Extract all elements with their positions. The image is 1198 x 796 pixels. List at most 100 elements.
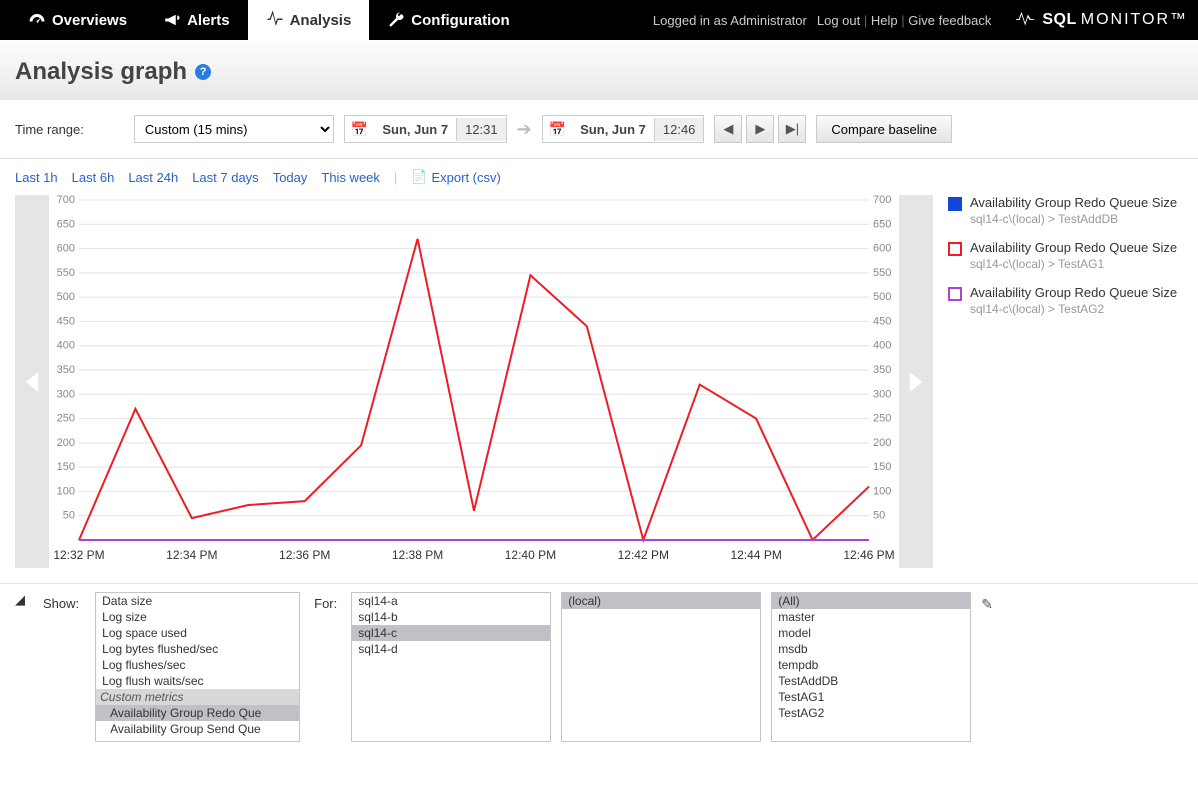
svg-text:550: 550 (873, 267, 891, 279)
svg-text:400: 400 (873, 340, 891, 352)
svg-text:600: 600 (57, 243, 75, 255)
svg-text:12:32 PM: 12:32 PM (53, 548, 104, 562)
from-date: Sun, Jun 7 (374, 122, 456, 137)
svg-text:450: 450 (57, 315, 75, 327)
svg-text:500: 500 (873, 291, 891, 303)
export-icon: 📄 (411, 169, 427, 185)
line-chart: 5050100100150150200200250250300300350350… (49, 195, 899, 565)
legend-title: Availability Group Redo Queue Size (970, 285, 1177, 300)
last-7days-link[interactable]: Last 7 days (192, 170, 259, 185)
nav-tabs: Overviews Alerts Analysis Configuration (10, 0, 528, 40)
time-range-select[interactable]: Custom (15 mins) (134, 115, 334, 143)
list-item[interactable]: sql14-b (352, 609, 550, 625)
gauge-icon (28, 11, 46, 29)
legend-item[interactable]: Availability Group Redo Queue Size sql14… (948, 285, 1183, 316)
list-item[interactable]: tempdb (772, 657, 970, 673)
legend-item[interactable]: Availability Group Redo Queue Size sql14… (948, 195, 1183, 226)
list-item[interactable]: master (772, 609, 970, 625)
from-date-box[interactable]: 📅 Sun, Jun 7 12:31 (344, 115, 507, 143)
list-item[interactable]: Availability Group Send Que (96, 721, 299, 737)
svg-text:12:46 PM: 12:46 PM (843, 548, 894, 562)
svg-text:700: 700 (57, 195, 75, 206)
pan-left-button[interactable] (15, 195, 49, 568)
legend-item[interactable]: Availability Group Redo Queue Size sql14… (948, 240, 1183, 271)
svg-text:600: 600 (873, 243, 891, 255)
logout-link[interactable]: Log out (817, 13, 860, 28)
list-item[interactable]: TestAG2 (772, 705, 970, 721)
list-item[interactable]: TestAG1 (772, 689, 970, 705)
svg-text:650: 650 (873, 218, 891, 230)
quick-time-links: Last 1h Last 6h Last 24h Last 7 days Tod… (0, 159, 1198, 195)
export-csv-link[interactable]: 📄 Export (csv) (411, 169, 501, 185)
database-listbox[interactable]: (All)mastermodelmsdbtempdbTestAddDBTestA… (771, 592, 971, 742)
list-item[interactable]: Log size (96, 609, 299, 625)
show-label: Show: (43, 596, 79, 611)
list-item[interactable]: (All) (772, 593, 970, 609)
feedback-link[interactable]: Give feedback (908, 13, 991, 28)
list-item[interactable]: sql14-a (352, 593, 550, 609)
chart-outer: 5050100100150150200200250250300300350350… (15, 195, 933, 568)
svg-text:200: 200 (57, 437, 75, 449)
latest-button[interactable]: ▶| (778, 115, 806, 143)
page-header: Analysis graph ? (0, 40, 1198, 100)
list-item[interactable]: sql14-c (352, 625, 550, 641)
svg-text:250: 250 (57, 413, 75, 425)
svg-text:500: 500 (57, 291, 75, 303)
chart-area: 5050100100150150200200250250300300350350… (0, 195, 1198, 583)
list-item[interactable]: Log bytes flushed/sec (96, 641, 299, 657)
collapse-icon[interactable]: ◢ (15, 592, 25, 608)
last-1h-link[interactable]: Last 1h (15, 170, 58, 185)
chart-legend: Availability Group Redo Queue Size sql14… (948, 195, 1183, 568)
legend-subtitle: sql14-c\(local) > TestAddDB (970, 212, 1177, 226)
from-time: 12:31 (456, 118, 506, 141)
list-item[interactable]: Log space used (96, 625, 299, 641)
svg-text:450: 450 (873, 315, 891, 327)
tab-alerts[interactable]: Alerts (145, 0, 248, 40)
svg-text:12:42 PM: 12:42 PM (618, 548, 669, 562)
list-item[interactable]: TestAddDB (772, 673, 970, 689)
svg-text:150: 150 (873, 461, 891, 473)
help-icon[interactable]: ? (195, 64, 211, 80)
time-range-label: Time range: (15, 122, 84, 137)
this-week-link[interactable]: This week (321, 170, 380, 185)
compare-baseline-button[interactable]: Compare baseline (816, 115, 952, 143)
list-item[interactable]: Data size (96, 593, 299, 609)
svg-text:550: 550 (57, 267, 75, 279)
prev-button[interactable]: ◀ (714, 115, 742, 143)
pan-right-button[interactable] (899, 195, 933, 568)
last-24h-link[interactable]: Last 24h (128, 170, 178, 185)
list-item[interactable]: Availability Group Redo Que (96, 705, 299, 721)
tab-label: Overviews (52, 12, 127, 29)
nav-right: Logged in as Administrator Log out | Hel… (653, 11, 1188, 29)
list-item[interactable]: Log flush waits/sec (96, 673, 299, 689)
instance-listbox[interactable]: (local) (561, 592, 761, 742)
edit-icon[interactable]: ✎ (981, 596, 993, 613)
svg-text:12:40 PM: 12:40 PM (505, 548, 556, 562)
swatch-blue (948, 197, 962, 211)
help-link[interactable]: Help (871, 13, 898, 28)
list-item: Custom metrics (96, 689, 299, 705)
to-date-box[interactable]: 📅 Sun, Jun 7 12:46 (542, 115, 705, 143)
list-item[interactable]: sql14-d (352, 641, 550, 657)
tab-overviews[interactable]: Overviews (10, 0, 145, 40)
top-nav: Overviews Alerts Analysis Configuration … (0, 0, 1198, 40)
server-listbox[interactable]: sql14-asql14-bsql14-csql14-d (351, 592, 551, 742)
tab-configuration[interactable]: Configuration (369, 0, 527, 40)
next-button[interactable]: ▶ (746, 115, 774, 143)
swatch-purple (948, 287, 962, 301)
megaphone-icon (163, 11, 181, 29)
list-item[interactable]: Log flushes/sec (96, 657, 299, 673)
list-item[interactable]: (local) (562, 593, 760, 609)
tab-analysis[interactable]: Analysis (248, 0, 370, 40)
last-6h-link[interactable]: Last 6h (72, 170, 115, 185)
list-item[interactable]: msdb (772, 641, 970, 657)
wrench-icon (387, 11, 405, 29)
today-link[interactable]: Today (273, 170, 308, 185)
legend-subtitle: sql14-c\(local) > TestAG1 (970, 257, 1177, 271)
list-item[interactable]: model (772, 625, 970, 641)
page-title: Analysis graph ? (15, 58, 1183, 86)
pulse-icon (266, 11, 284, 29)
svg-text:50: 50 (873, 510, 885, 522)
to-time: 12:46 (654, 118, 704, 141)
show-listbox[interactable]: Data sizeLog sizeLog space usedLog bytes… (95, 592, 300, 742)
